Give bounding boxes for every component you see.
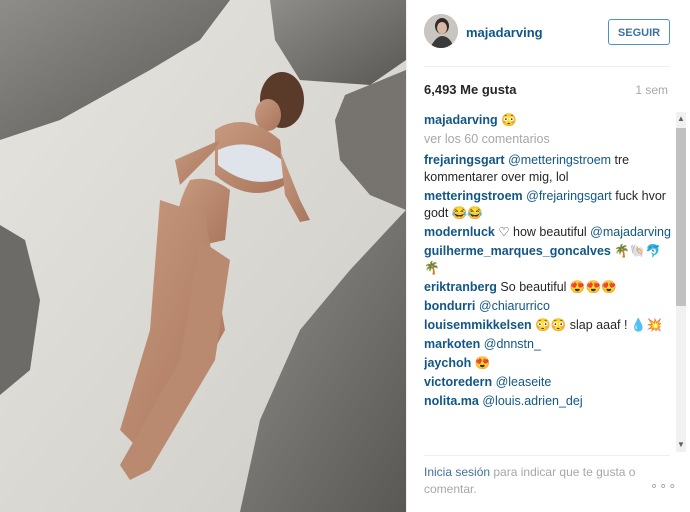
view-all-comments-link[interactable]: ver los 60 comentarios [424,131,674,148]
comment-mention[interactable]: @louis.adrien_dej [482,394,582,408]
comment-item: modernluck ♡ how beautiful @majadarving [424,224,674,241]
comment-username[interactable]: bondurri [424,299,475,313]
comment-username[interactable]: modernluck [424,225,495,239]
footer-divider [424,455,670,456]
comment-item: bondurri @chiarurrico [424,298,674,315]
comment-mention[interactable]: @chiarurrico [479,299,550,313]
caption-username[interactable]: majadarving [424,113,498,127]
more-options-icon[interactable]: ∘∘∘ [650,478,677,494]
avatar-icon [424,14,458,48]
comment-item: louisemmikkelsen 😳😳 slap aaaf ! 💧💥 [424,317,674,334]
post-time[interactable]: 1 sem [635,83,668,97]
comment-username[interactable]: eriktranberg [424,280,497,294]
comment-username[interactable]: frejaringsgart [424,153,505,167]
caption: majadarving 😳 [424,112,674,129]
comment-username[interactable]: guilherme_marques_goncalves [424,244,611,258]
comment-username[interactable]: nolita.ma [424,394,479,408]
comment-text: ♡ how beautiful [494,225,591,239]
scrollbar-thumb[interactable] [676,128,686,306]
comment-mention[interactable]: @dnnstn_ [484,337,541,351]
comment-username[interactable]: metteringstroem [424,189,523,203]
comment-mention[interactable]: @frejaringsgart [526,189,612,203]
comment-item: nolita.ma @louis.adrien_dej [424,393,674,410]
comments-list: majadarving 😳 ver los 60 comentarios fre… [424,112,674,452]
post-photo [0,0,406,512]
comment-text: 😍 [471,356,491,370]
comment-username[interactable]: jaychoh [424,356,471,370]
caption-text: 😳 [501,113,517,127]
comment-item: victoredern @leaseite [424,374,674,391]
comment-text: So beautiful 😍😍😍 [496,280,617,294]
comment-item: jaychoh 😍 [424,355,674,372]
scroll-down-icon[interactable]: ▼ [677,440,685,450]
login-link[interactable]: Inicia sesión [424,465,490,479]
comment-item: guilherme_marques_goncalves 🌴🐚🐬🌴 [424,243,674,277]
follow-button[interactable]: SEGUIR [608,19,670,45]
comment-text: 😳😳 slap aaaf ! 💧💥 [531,318,663,332]
header-username-link[interactable]: majadarving [466,25,543,40]
comment-item: eriktranberg So beautiful 😍😍😍 [424,279,674,296]
comment-username[interactable]: markoten [424,337,480,351]
login-prompt: Inicia sesión para indicar que te gusta … [424,464,644,498]
scroll-up-icon[interactable]: ▲ [677,114,685,124]
comment-mention[interactable]: @majadarving [590,225,671,239]
comment-item: metteringstroem @frejaringsgart fuck hvo… [424,188,674,222]
comment-username[interactable]: louisemmikkelsen [424,318,532,332]
comment-item: markoten @dnnstn_ [424,336,674,353]
likes-count[interactable]: 6,493 Me gusta [424,82,517,97]
post-header: majadarving SEGUIR [424,14,670,54]
header-divider [424,66,670,67]
avatar[interactable] [424,14,458,48]
comment-username[interactable]: victoredern [424,375,492,389]
comment-mention[interactable]: @metteringstroem [508,153,611,167]
comment-item: frejaringsgart @metteringstroem tre komm… [424,152,674,186]
beach-photo-illustration [0,0,406,512]
comment-mention[interactable]: @leaseite [496,375,552,389]
